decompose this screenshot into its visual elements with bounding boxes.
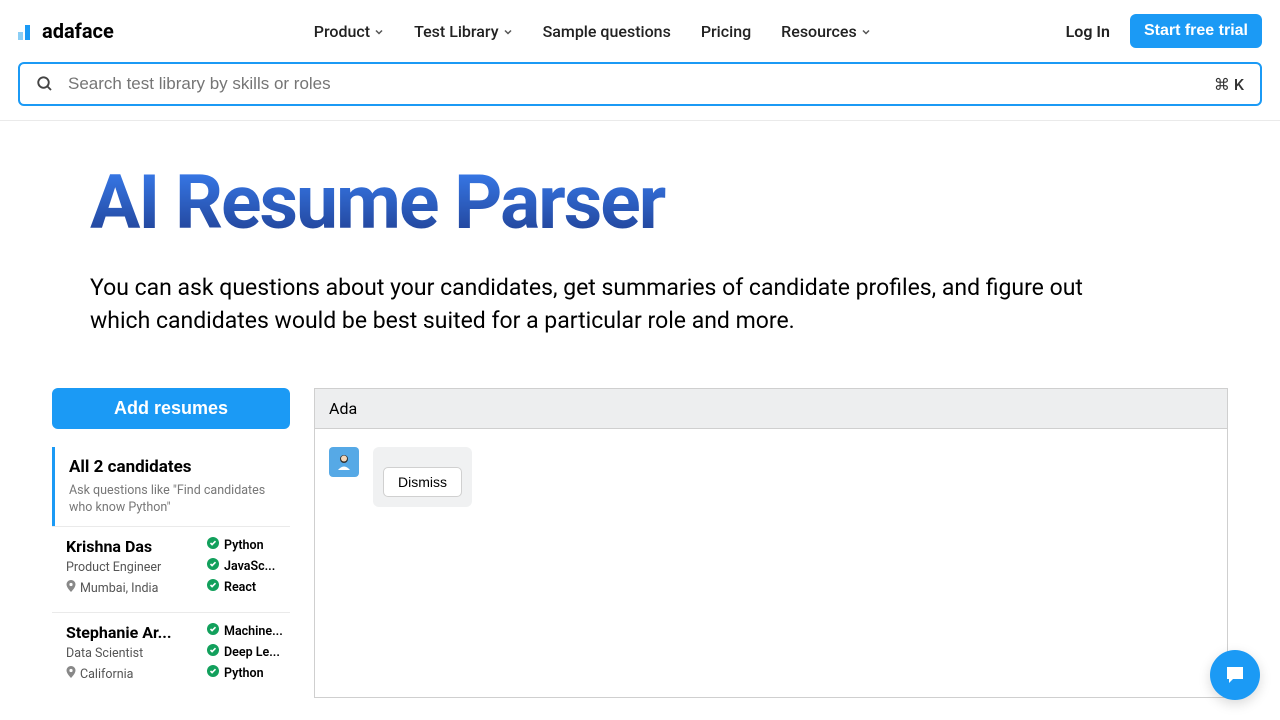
nav-item-label: Pricing: [701, 22, 751, 41]
nav-item-product[interactable]: Product: [314, 22, 384, 41]
skill-tag: Python: [207, 665, 290, 681]
check-icon: [207, 537, 219, 553]
chat-icon: [1223, 663, 1247, 687]
check-icon: [207, 558, 219, 574]
nav-item-label: Test Library: [414, 22, 498, 41]
check-icon: [207, 579, 219, 595]
page-subtitle: You can ask questions about your candida…: [90, 271, 1140, 338]
check-icon: [207, 644, 219, 660]
main-nav: Product Test Library Sample questions Prici…: [314, 22, 871, 41]
nav-item-test-library[interactable]: Test Library: [414, 22, 512, 41]
candidates-group-title: All 2 candidates: [69, 457, 282, 477]
skill-tag: Deep Le...: [207, 644, 290, 660]
add-resumes-button[interactable]: Add resumes: [52, 388, 290, 429]
search-icon: [36, 75, 54, 93]
skill-tag: Machine...: [207, 623, 290, 639]
candidates-group-hint: Ask questions like "Find candidates who …: [69, 483, 282, 517]
candidate-name: Krishna Das: [66, 537, 201, 556]
nav-item-label: Product: [314, 22, 370, 41]
search-bar[interactable]: ⌘ K: [18, 62, 1262, 106]
skill-tag-label: Deep Le...: [224, 645, 280, 660]
location-pin-icon: [66, 666, 76, 682]
panel-title: Ada: [315, 389, 1227, 429]
chevron-down-icon: [503, 22, 513, 41]
search-input[interactable]: [68, 74, 1214, 94]
candidate-row[interactable]: Stephanie Ar... Data Scientist California M…: [52, 612, 290, 698]
chat-panel: Ada Dismiss: [314, 388, 1228, 699]
candidate-role: Product Engineer: [66, 560, 201, 575]
check-icon: [207, 665, 219, 681]
candidate-name: Stephanie Ar...: [66, 623, 201, 642]
start-trial-button[interactable]: Start free trial: [1130, 14, 1262, 48]
nav-item-label: Sample questions: [543, 22, 671, 41]
skill-tag-label: Python: [224, 538, 264, 553]
candidate-location: Mumbai, India: [66, 580, 201, 596]
nav-item-pricing[interactable]: Pricing: [701, 22, 751, 41]
skill-tag: Python: [207, 537, 290, 553]
candidate-role: Data Scientist: [66, 646, 201, 661]
skill-tag: React: [207, 579, 290, 595]
login-link[interactable]: Log In: [1066, 22, 1110, 41]
candidate-location: California: [66, 666, 201, 682]
assistant-avatar: [329, 447, 359, 477]
location-pin-icon: [66, 580, 76, 596]
nav-item-sample-questions[interactable]: Sample questions: [543, 22, 671, 41]
chevron-down-icon: [374, 22, 384, 41]
skill-tag-label: Python: [224, 666, 264, 681]
skill-tag: JavaSc...: [207, 558, 290, 574]
candidate-row[interactable]: Krishna Das Product Engineer Mumbai, India…: [52, 526, 290, 612]
page-title: AI Resume Parser: [90, 159, 1190, 247]
nav-item-resources[interactable]: Resources: [781, 22, 871, 41]
brand-logo[interactable]: adaface: [18, 19, 114, 43]
assistant-message: Dismiss: [373, 447, 472, 507]
brand-text: adaface: [42, 19, 114, 43]
search-shortcut: ⌘ K: [1214, 75, 1244, 94]
skill-tag-label: Machine...: [224, 624, 283, 639]
logo-icon: [18, 22, 36, 40]
chevron-down-icon: [861, 22, 871, 41]
chat-fab[interactable]: [1210, 650, 1260, 700]
nav-item-label: Resources: [781, 22, 857, 41]
skill-tag-label: JavaSc...: [224, 559, 275, 574]
dismiss-button[interactable]: Dismiss: [383, 467, 462, 497]
skill-tag-label: React: [224, 580, 256, 595]
check-icon: [207, 623, 219, 639]
